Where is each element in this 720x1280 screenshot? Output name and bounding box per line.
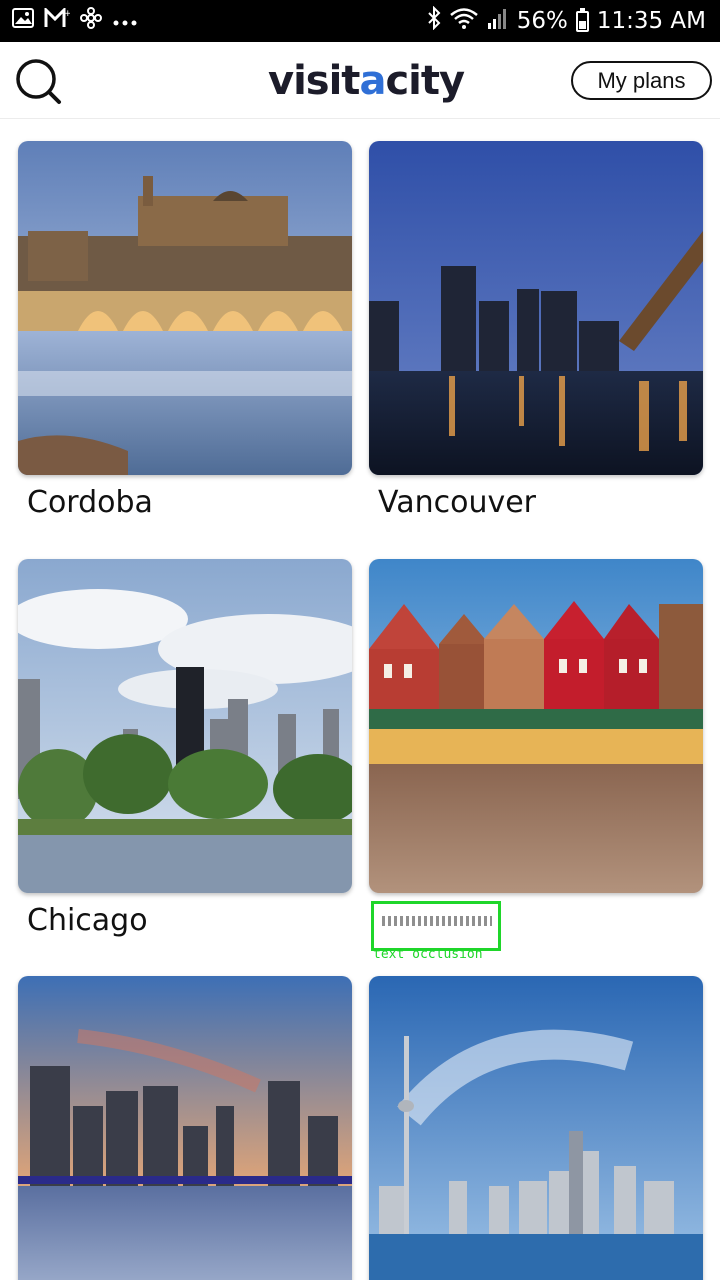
city-card-miami[interactable] (18, 976, 352, 1280)
logo-part-2: city (385, 58, 465, 104)
city-card-cordoba[interactable]: Cordoba (18, 141, 352, 520)
text-occlusion-box (371, 901, 501, 951)
more-dots-icon (112, 8, 138, 34)
city-card-vancouver[interactable]: Vancouver (369, 141, 703, 520)
city-photo[interactable] (18, 141, 352, 475)
my-plans-button[interactable]: My plans (571, 61, 712, 100)
city-card-chicago[interactable]: Chicago (18, 559, 352, 938)
city-photo[interactable] (369, 559, 703, 893)
logo-part-1: visit (268, 58, 360, 104)
battery-percent: 56% (516, 8, 568, 34)
svg-text:+: + (64, 9, 70, 19)
status-bar-right: 56% 11:35 AM (427, 5, 706, 36)
city-name[interactable]: Cordoba (27, 485, 153, 520)
status-bar: + 56% 11:35 AM (0, 0, 720, 42)
occluded-text (382, 916, 492, 926)
signal-icon (487, 6, 509, 36)
logo-accent: a (359, 58, 386, 104)
city-photo[interactable] (369, 976, 703, 1280)
city-card-toronto[interactable] (369, 976, 703, 1280)
gmail-icon: + (44, 5, 72, 35)
city-photo[interactable] (18, 559, 352, 893)
app-logo[interactable]: visitacity (268, 56, 465, 106)
search-icon (16, 59, 61, 104)
city-name[interactable]: Chicago (27, 903, 148, 938)
city-photo[interactable] (18, 976, 352, 1280)
bluetooth-icon (427, 5, 441, 36)
wifi-icon (449, 6, 479, 36)
battery-icon (575, 7, 589, 32)
pinwheel-icon (80, 6, 102, 36)
app-header: visitacity My plans (0, 42, 720, 119)
clock: 11:35 AM (596, 8, 706, 34)
image-icon (12, 7, 34, 35)
occlusion-label: text occlusion (373, 947, 483, 962)
city-name[interactable]: Vancouver (378, 485, 536, 520)
city-card-occluded[interactable]: text occlusion (369, 559, 703, 962)
city-photo[interactable] (369, 141, 703, 475)
search-button[interactable] (14, 57, 62, 105)
status-bar-left: + (12, 5, 138, 36)
